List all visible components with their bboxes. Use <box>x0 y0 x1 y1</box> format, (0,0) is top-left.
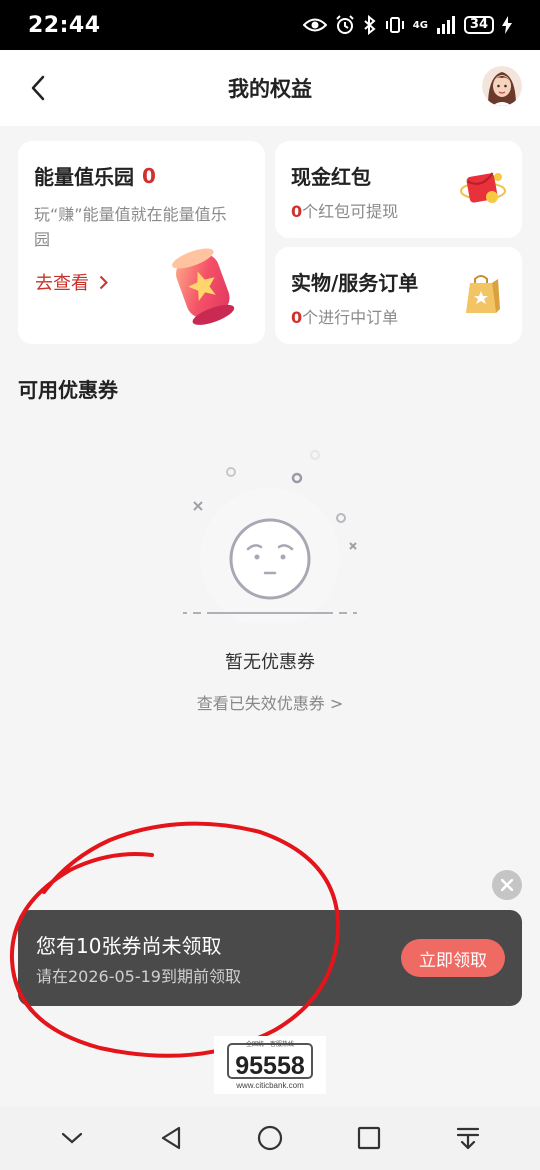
signal-icon <box>436 16 455 34</box>
system-nav-bar <box>0 1106 540 1170</box>
empty-coupon-text: 暂无优惠券 <box>225 652 315 673</box>
nav-recents-button[interactable] <box>345 1114 393 1162</box>
battery-indicator: 34 <box>463 16 494 34</box>
cash-desc-text: 个红包可提现 <box>302 202 399 221</box>
home-circle-icon <box>257 1125 283 1151</box>
sad-face-empty-icon <box>183 450 357 623</box>
chevron-left-icon <box>31 75 45 101</box>
charging-icon <box>502 16 512 34</box>
claim-now-button[interactable]: 立即领取 <box>401 939 505 977</box>
notification-pull-icon <box>457 1127 480 1150</box>
red-packet-icon <box>460 172 506 203</box>
avatar-icon <box>482 66 522 106</box>
energy-view-link[interactable]: 去查看 <box>35 269 108 295</box>
unclaimed-coupon-banner: 您有10张券尚未领取 请在2026-05-19到期前领取 立即领取 <box>18 910 522 1006</box>
avatar[interactable] <box>482 66 522 106</box>
hotline-caption: 全国统一客服热线 <box>246 1040 294 1048</box>
hotline-site: www.citicbank.com <box>235 1081 304 1090</box>
status-bar: 22:44 4G 34 <box>0 0 540 50</box>
back-button[interactable] <box>20 70 56 106</box>
nav-back-button[interactable] <box>147 1114 195 1162</box>
order-desc-text: 个进行中订单 <box>302 308 399 327</box>
energy-park-card[interactable]: 能量值乐园 0 玩“赚”能量值就在能量值乐园 去查看 <box>18 141 265 344</box>
header: 我的权益 <box>0 50 540 126</box>
energy-jar-icon <box>172 248 235 325</box>
chevron-right-icon <box>99 275 108 289</box>
cash-red-packet-card[interactable]: 现金红包 0个红包可提现 <box>275 141 522 238</box>
energy-count: 0 <box>142 163 156 188</box>
order-count: 0 <box>291 308 303 327</box>
status-icons: 4G 34 <box>302 15 512 35</box>
coupon-section-title: 可用优惠券 <box>18 378 118 402</box>
banner-subtitle: 请在2026-05-19到期前领取 <box>36 967 241 986</box>
status-time: 22:44 <box>28 12 101 38</box>
order-card[interactable]: 实物/服务订单 0个进行中订单 <box>275 247 522 344</box>
nav-home-button[interactable] <box>246 1114 294 1162</box>
expired-coupons-link[interactable]: 查看已失效优惠券 > <box>0 690 540 714</box>
network-type: 4G <box>412 19 428 31</box>
energy-card-title: 能量值乐园 0 <box>34 161 249 190</box>
nav-notification-button[interactable] <box>444 1114 492 1162</box>
page-title: 我的权益 <box>228 77 312 101</box>
bluetooth-icon <box>364 15 376 35</box>
chevron-down-icon <box>61 1132 82 1144</box>
vibrate-icon <box>385 17 404 33</box>
order-bag-icon <box>466 275 500 313</box>
banner-close-button[interactable] <box>492 870 522 900</box>
back-triangle-icon <box>161 1126 180 1150</box>
cash-count: 0 <box>291 202 303 221</box>
energy-link-label: 去查看 <box>35 273 89 294</box>
energy-title-text: 能量值乐园 <box>34 165 134 189</box>
hotline-number: 95558 <box>235 1052 305 1080</box>
alarm-icon <box>336 15 354 34</box>
close-icon <box>501 879 513 891</box>
banner-title: 您有10张券尚未领取 <box>36 934 222 958</box>
recents-square-icon <box>358 1126 381 1150</box>
eye-icon <box>302 18 327 32</box>
nav-collapse-button[interactable] <box>48 1114 96 1162</box>
citic-hotline-logo: 全国统一客服热线 95558 www.citicbank.com <box>214 1036 326 1094</box>
